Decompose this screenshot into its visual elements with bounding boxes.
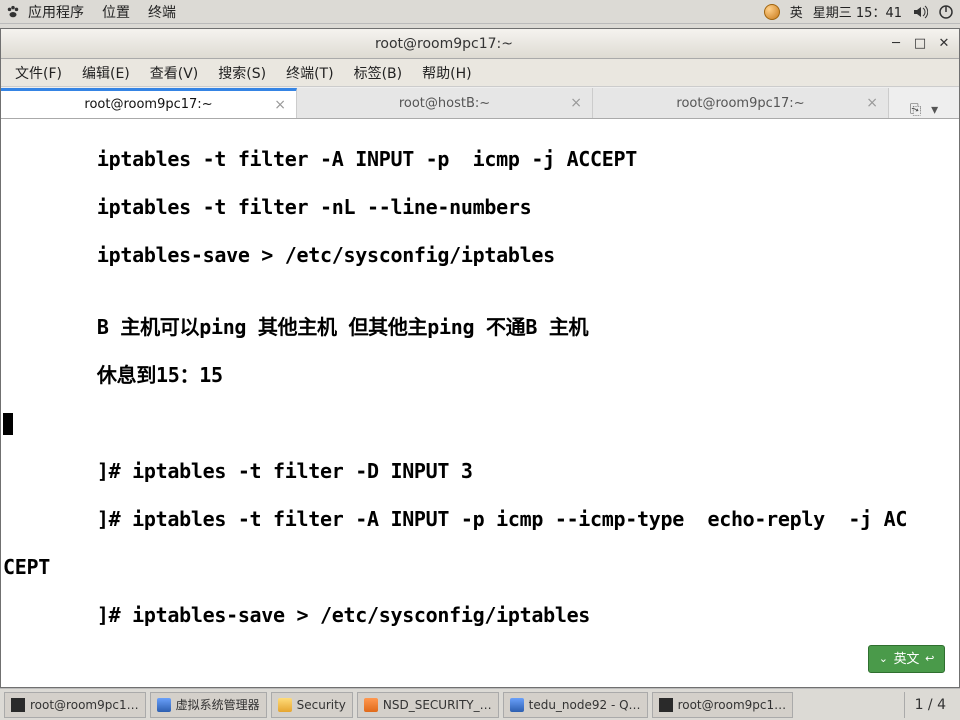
- task-label: NSD_SECURITY_…: [383, 698, 492, 712]
- task-item[interactable]: root@room9pc1…: [652, 692, 794, 718]
- window-titlebar[interactable]: root@room9pc17:~ ─ □ ✕: [1, 29, 959, 59]
- vm-icon: [510, 698, 524, 712]
- task-item[interactable]: root@room9pc1…: [4, 692, 146, 718]
- close-button[interactable]: ✕: [935, 35, 953, 53]
- task-label: root@room9pc1…: [678, 698, 787, 712]
- tab-menu-icon[interactable]: ▾: [931, 102, 938, 118]
- term-line: CEPT: [1, 555, 959, 579]
- task-item[interactable]: Security: [271, 692, 353, 718]
- new-tab-icon[interactable]: ⎘: [910, 102, 921, 118]
- term-line: iptables -t filter -nL --line-numbers: [1, 195, 959, 219]
- term-line: ]# iptables-save > /etc/sysconfig/iptabl…: [1, 603, 959, 627]
- folder-icon: [278, 698, 292, 712]
- gnome-paw-icon: [6, 5, 20, 19]
- term-line: iptables -t filter -A INPUT -p icmp -j A…: [1, 147, 959, 171]
- presentation-icon: [364, 698, 378, 712]
- menu-edit[interactable]: 编辑(E): [72, 59, 140, 87]
- maximize-button[interactable]: □: [911, 35, 929, 53]
- tab-close-icon[interactable]: ×: [274, 97, 286, 113]
- tab-2[interactable]: root@hostB:~ ×: [297, 88, 593, 118]
- text-cursor: [3, 413, 13, 435]
- clock[interactable]: 星期三 15：41: [813, 2, 902, 21]
- task-item[interactable]: NSD_SECURITY_…: [357, 692, 499, 718]
- places-menu[interactable]: 位置: [102, 2, 130, 22]
- apps-menu[interactable]: 应用程序: [28, 2, 84, 22]
- task-label: 虚拟系统管理器: [176, 696, 260, 713]
- tab-label: root@room9pc17:~: [676, 96, 804, 111]
- term-line: B 主机可以ping 其他主机 但其他主ping 不通B 主机: [1, 315, 959, 339]
- ime-float-badge[interactable]: 英文: [868, 645, 945, 673]
- task-label: Security: [297, 698, 346, 712]
- terminal-icon: [11, 698, 25, 712]
- tab-label: root@hostB:~: [399, 96, 490, 111]
- ime-indicator[interactable]: 英: [790, 2, 803, 21]
- term-line: iptables-save > /etc/sysconfig/iptables: [1, 243, 959, 267]
- minimize-button[interactable]: ─: [887, 35, 905, 53]
- notification-icon[interactable]: [764, 4, 780, 20]
- task-label: root@room9pc1…: [30, 698, 139, 712]
- menu-tabs[interactable]: 标签(B): [344, 59, 413, 87]
- power-icon[interactable]: [938, 4, 954, 20]
- menu-view[interactable]: 查看(V): [140, 59, 209, 87]
- tabbar: root@room9pc17:~ × root@hostB:~ × root@roo…: [1, 87, 959, 119]
- tab-close-icon[interactable]: ×: [570, 95, 582, 111]
- terminal-content[interactable]: iptables -t filter -A INPUT -p icmp -j A…: [1, 119, 959, 687]
- term-line: 休息到15：15: [1, 363, 959, 387]
- window-title: root@room9pc17:~: [7, 36, 881, 52]
- task-item[interactable]: 虚拟系统管理器: [150, 692, 267, 718]
- menu-terminal[interactable]: 终端(T): [276, 59, 343, 87]
- terminal-menu[interactable]: 终端: [148, 2, 176, 22]
- taskbar: root@room9pc1… 虚拟系统管理器 Security NSD_SECU…: [0, 688, 960, 720]
- terminal-window: root@room9pc17:~ ─ □ ✕ 文件(F) 编辑(E) 查看(V)…: [0, 28, 960, 688]
- menu-search[interactable]: 搜索(S): [208, 59, 276, 87]
- menu-help[interactable]: 帮助(H): [412, 59, 481, 87]
- term-line: ]# iptables -t filter -D INPUT 3: [1, 459, 959, 483]
- tab-close-icon[interactable]: ×: [866, 95, 878, 111]
- top-panel: 应用程序 位置 终端 英 星期三 15：41: [0, 0, 960, 24]
- terminal-icon: [659, 698, 673, 712]
- volume-icon[interactable]: [912, 4, 928, 20]
- menubar: 文件(F) 编辑(E) 查看(V) 搜索(S) 终端(T) 标签(B) 帮助(H…: [1, 59, 959, 87]
- menu-file[interactable]: 文件(F): [5, 59, 72, 87]
- term-line: ]# iptables -t filter -A INPUT -p icmp -…: [1, 507, 959, 531]
- task-label: tedu_node92 - Q…: [529, 698, 641, 712]
- tab-3[interactable]: root@room9pc17:~ ×: [593, 88, 889, 118]
- tab-1[interactable]: root@room9pc17:~ ×: [1, 88, 297, 118]
- term-line: [1, 411, 959, 435]
- vm-icon: [157, 698, 171, 712]
- tab-label: root@room9pc17:~: [84, 97, 212, 112]
- task-item[interactable]: tedu_node92 - Q…: [503, 692, 648, 718]
- workspace-indicator[interactable]: 1 / 4: [904, 692, 956, 718]
